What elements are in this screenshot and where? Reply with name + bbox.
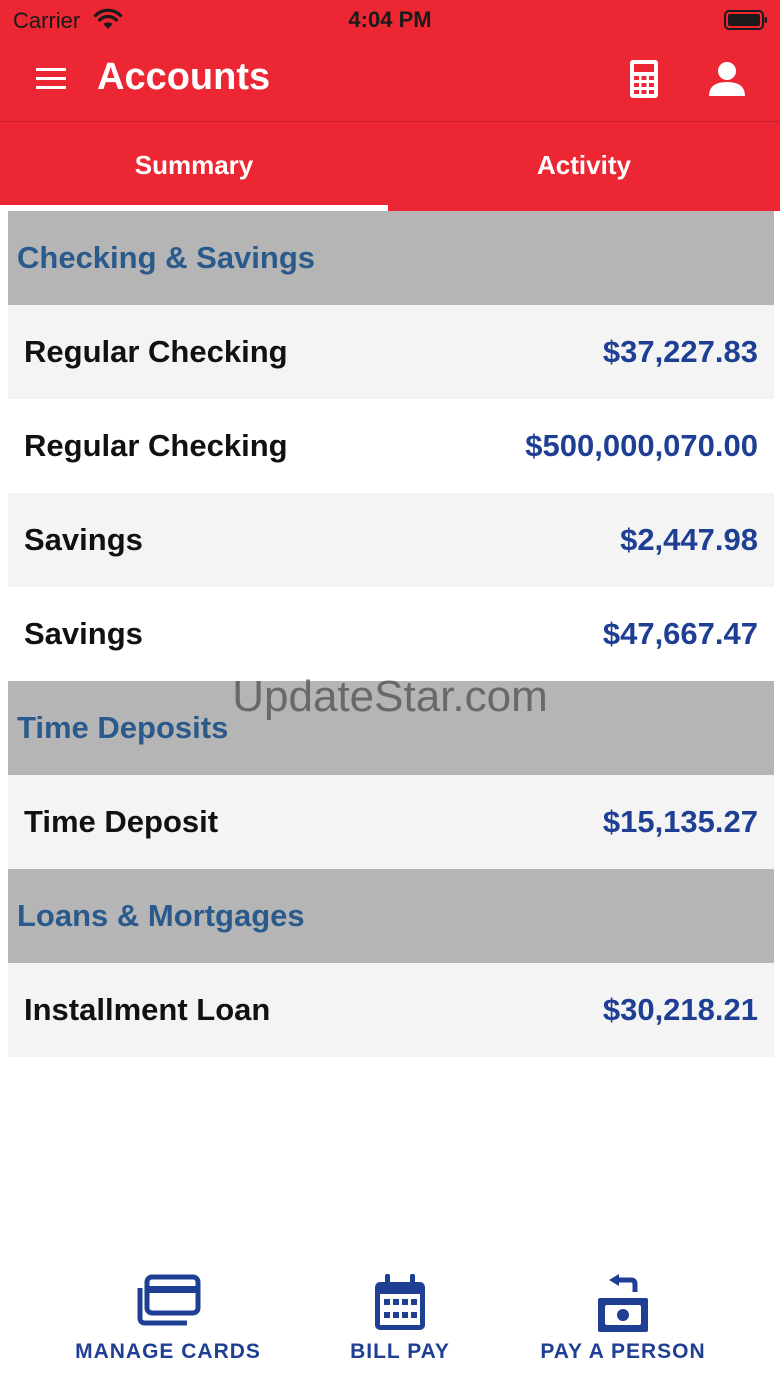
tab-activity[interactable]: Activity <box>390 122 778 211</box>
manage-cards-label: MANAGE CARDS <box>75 1340 261 1363</box>
section-header-loans-mortgages: Loans & Mortgages <box>8 869 774 963</box>
section-title: Loans & Mortgages <box>17 898 305 933</box>
page-title: Accounts <box>97 56 271 98</box>
section-header-time-deposits: Time Deposits <box>8 681 774 775</box>
clock: 4:04 PM <box>348 7 432 32</box>
account-name: Time Deposit <box>24 804 219 839</box>
accounts-list: Checking & Savings Regular Checking $37,… <box>8 211 774 1057</box>
hamburger-menu-icon[interactable] <box>36 67 66 91</box>
account-name: Savings <box>24 522 143 557</box>
account-balance: $15,135.27 <box>602 804 758 839</box>
battery-icon <box>724 10 767 30</box>
account-balance: $30,218.21 <box>602 992 758 1027</box>
section-title: Checking & Savings <box>17 240 316 275</box>
account-name: Regular Checking <box>24 334 288 369</box>
manage-cards-button[interactable]: MANAGE CARDS <box>60 1260 276 1370</box>
section-header-checking-savings: Checking & Savings <box>8 211 774 305</box>
pay-a-person-label: PAY A PERSON <box>540 1340 706 1363</box>
cash-transfer-icon <box>598 1274 648 1332</box>
bill-pay-label: BILL PAY <box>350 1340 450 1363</box>
account-name: Installment Loan <box>24 992 271 1027</box>
status-bar: Carrier 4:04 PM <box>0 0 780 40</box>
credit-cards-icon <box>137 1274 201 1326</box>
bill-pay-button[interactable]: BILL PAY <box>330 1260 470 1370</box>
tab-summary[interactable]: Summary <box>0 122 388 211</box>
account-balance: $2,447.98 <box>620 522 758 557</box>
account-row[interactable]: Savings $2,447.98 <box>8 493 774 587</box>
tab-bar: Summary Activity <box>0 122 780 211</box>
account-row[interactable]: Savings $47,667.47 <box>8 587 774 681</box>
account-name: Regular Checking <box>24 428 288 463</box>
account-row[interactable]: Time Deposit $15,135.27 <box>8 775 774 869</box>
section-title: Time Deposits <box>17 710 229 745</box>
account-row[interactable]: Regular Checking $500,000,070.00 <box>8 399 774 493</box>
user-profile-icon[interactable] <box>708 62 746 96</box>
bottom-action-bar: MANAGE CARDS BILL PAY PAY A PERSON <box>0 1260 780 1387</box>
account-row[interactable]: Installment Loan $30,218.21 <box>8 963 774 1057</box>
account-balance: $37,227.83 <box>602 334 758 369</box>
calendar-icon <box>375 1274 425 1330</box>
app-header: Carrier 4:04 PM Accounts Summary Activit… <box>0 0 780 211</box>
account-name: Savings <box>24 616 143 651</box>
account-balance: $47,667.47 <box>602 616 758 651</box>
pay-a-person-button[interactable]: PAY A PERSON <box>520 1260 726 1370</box>
account-row[interactable]: Regular Checking $37,227.83 <box>8 305 774 399</box>
account-balance: $500,000,070.00 <box>525 428 758 463</box>
nav-bar: Accounts <box>0 40 780 121</box>
calculator-icon[interactable] <box>630 60 658 98</box>
